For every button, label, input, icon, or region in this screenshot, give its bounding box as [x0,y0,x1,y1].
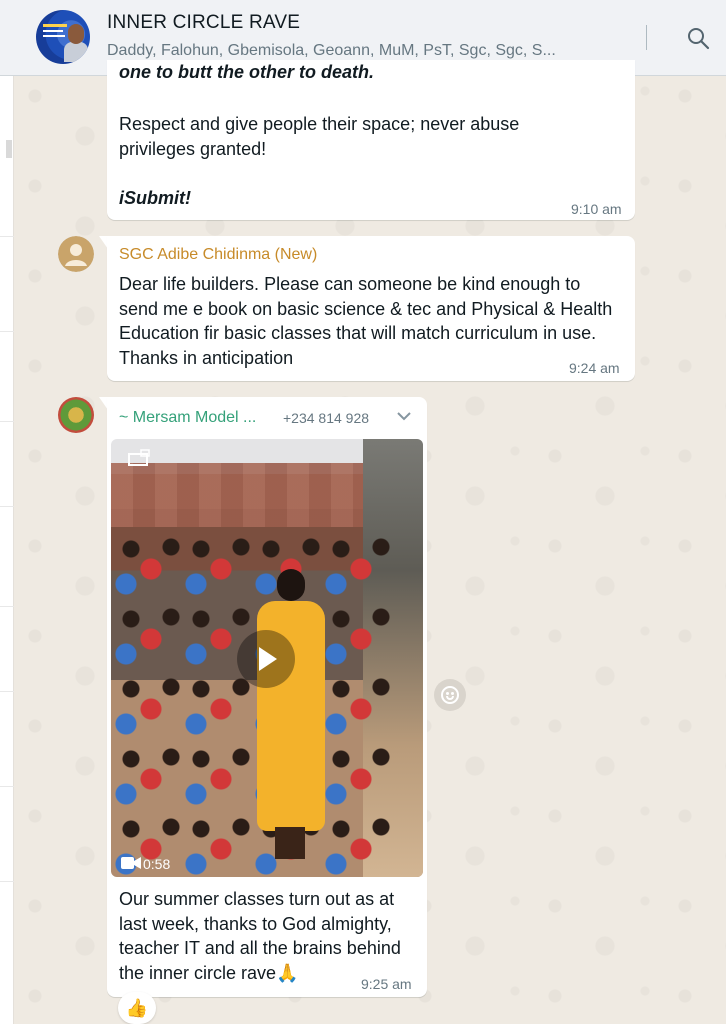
sender-avatar[interactable] [58,397,94,433]
sender-name[interactable]: ~ Mersam Model ... [119,409,256,427]
video-thumbnail[interactable]: 0:58 [111,439,423,877]
default-avatar-icon[interactable] [58,236,94,272]
message-bubble[interactable]: ~ Mersam Model ... +234 814 928 0:58 Our… [107,397,427,997]
video-camera-icon [121,857,141,869]
sender-phone: +234 814 928 [283,410,370,426]
pray-emoji: 🙏 [276,962,299,983]
play-icon[interactable] [237,630,295,688]
message-bubble[interactable]: SGC Adibe Chidinma (New) Dear life build… [107,236,635,381]
left-panel-edge [0,76,14,1024]
message-time: 9:24 am [569,360,620,376]
header-divider [646,25,647,50]
scroll-marker [6,140,12,158]
video-duration: 0:58 [143,856,171,872]
message-time: 9:25 am [361,976,412,992]
sender-name[interactable]: SGC Adibe Chidinma (New) [119,246,317,264]
message-time: 9:10 am [571,201,622,217]
message-text: Respect and give people their space; nev… [119,114,520,159]
message-text: Our summer classes turn out as at last w… [119,887,419,985]
group-avatar[interactable] [36,10,90,64]
message-bubble[interactable]: one to butt the other to death. Respect … [107,60,635,220]
message-text: Dear life builders. Please can someone b… [119,274,613,368]
message-closing: iSubmit! [119,188,191,208]
message-reaction[interactable]: 👍 [118,992,156,1024]
group-members[interactable]: Daddy, Falohun, Gbemisola, Geoann, MuM, … [107,42,597,60]
emoji-icon[interactable] [434,679,466,711]
message-caption: Our summer classes turn out as at last w… [119,889,401,983]
chevron-down-icon[interactable] [395,409,413,423]
group-title[interactable]: INNER CIRCLE RAVE [107,12,300,34]
message-text-cut: one to butt the other to death. [119,64,374,80]
search-icon[interactable] [686,26,710,50]
media-corner-icon [128,449,150,466]
